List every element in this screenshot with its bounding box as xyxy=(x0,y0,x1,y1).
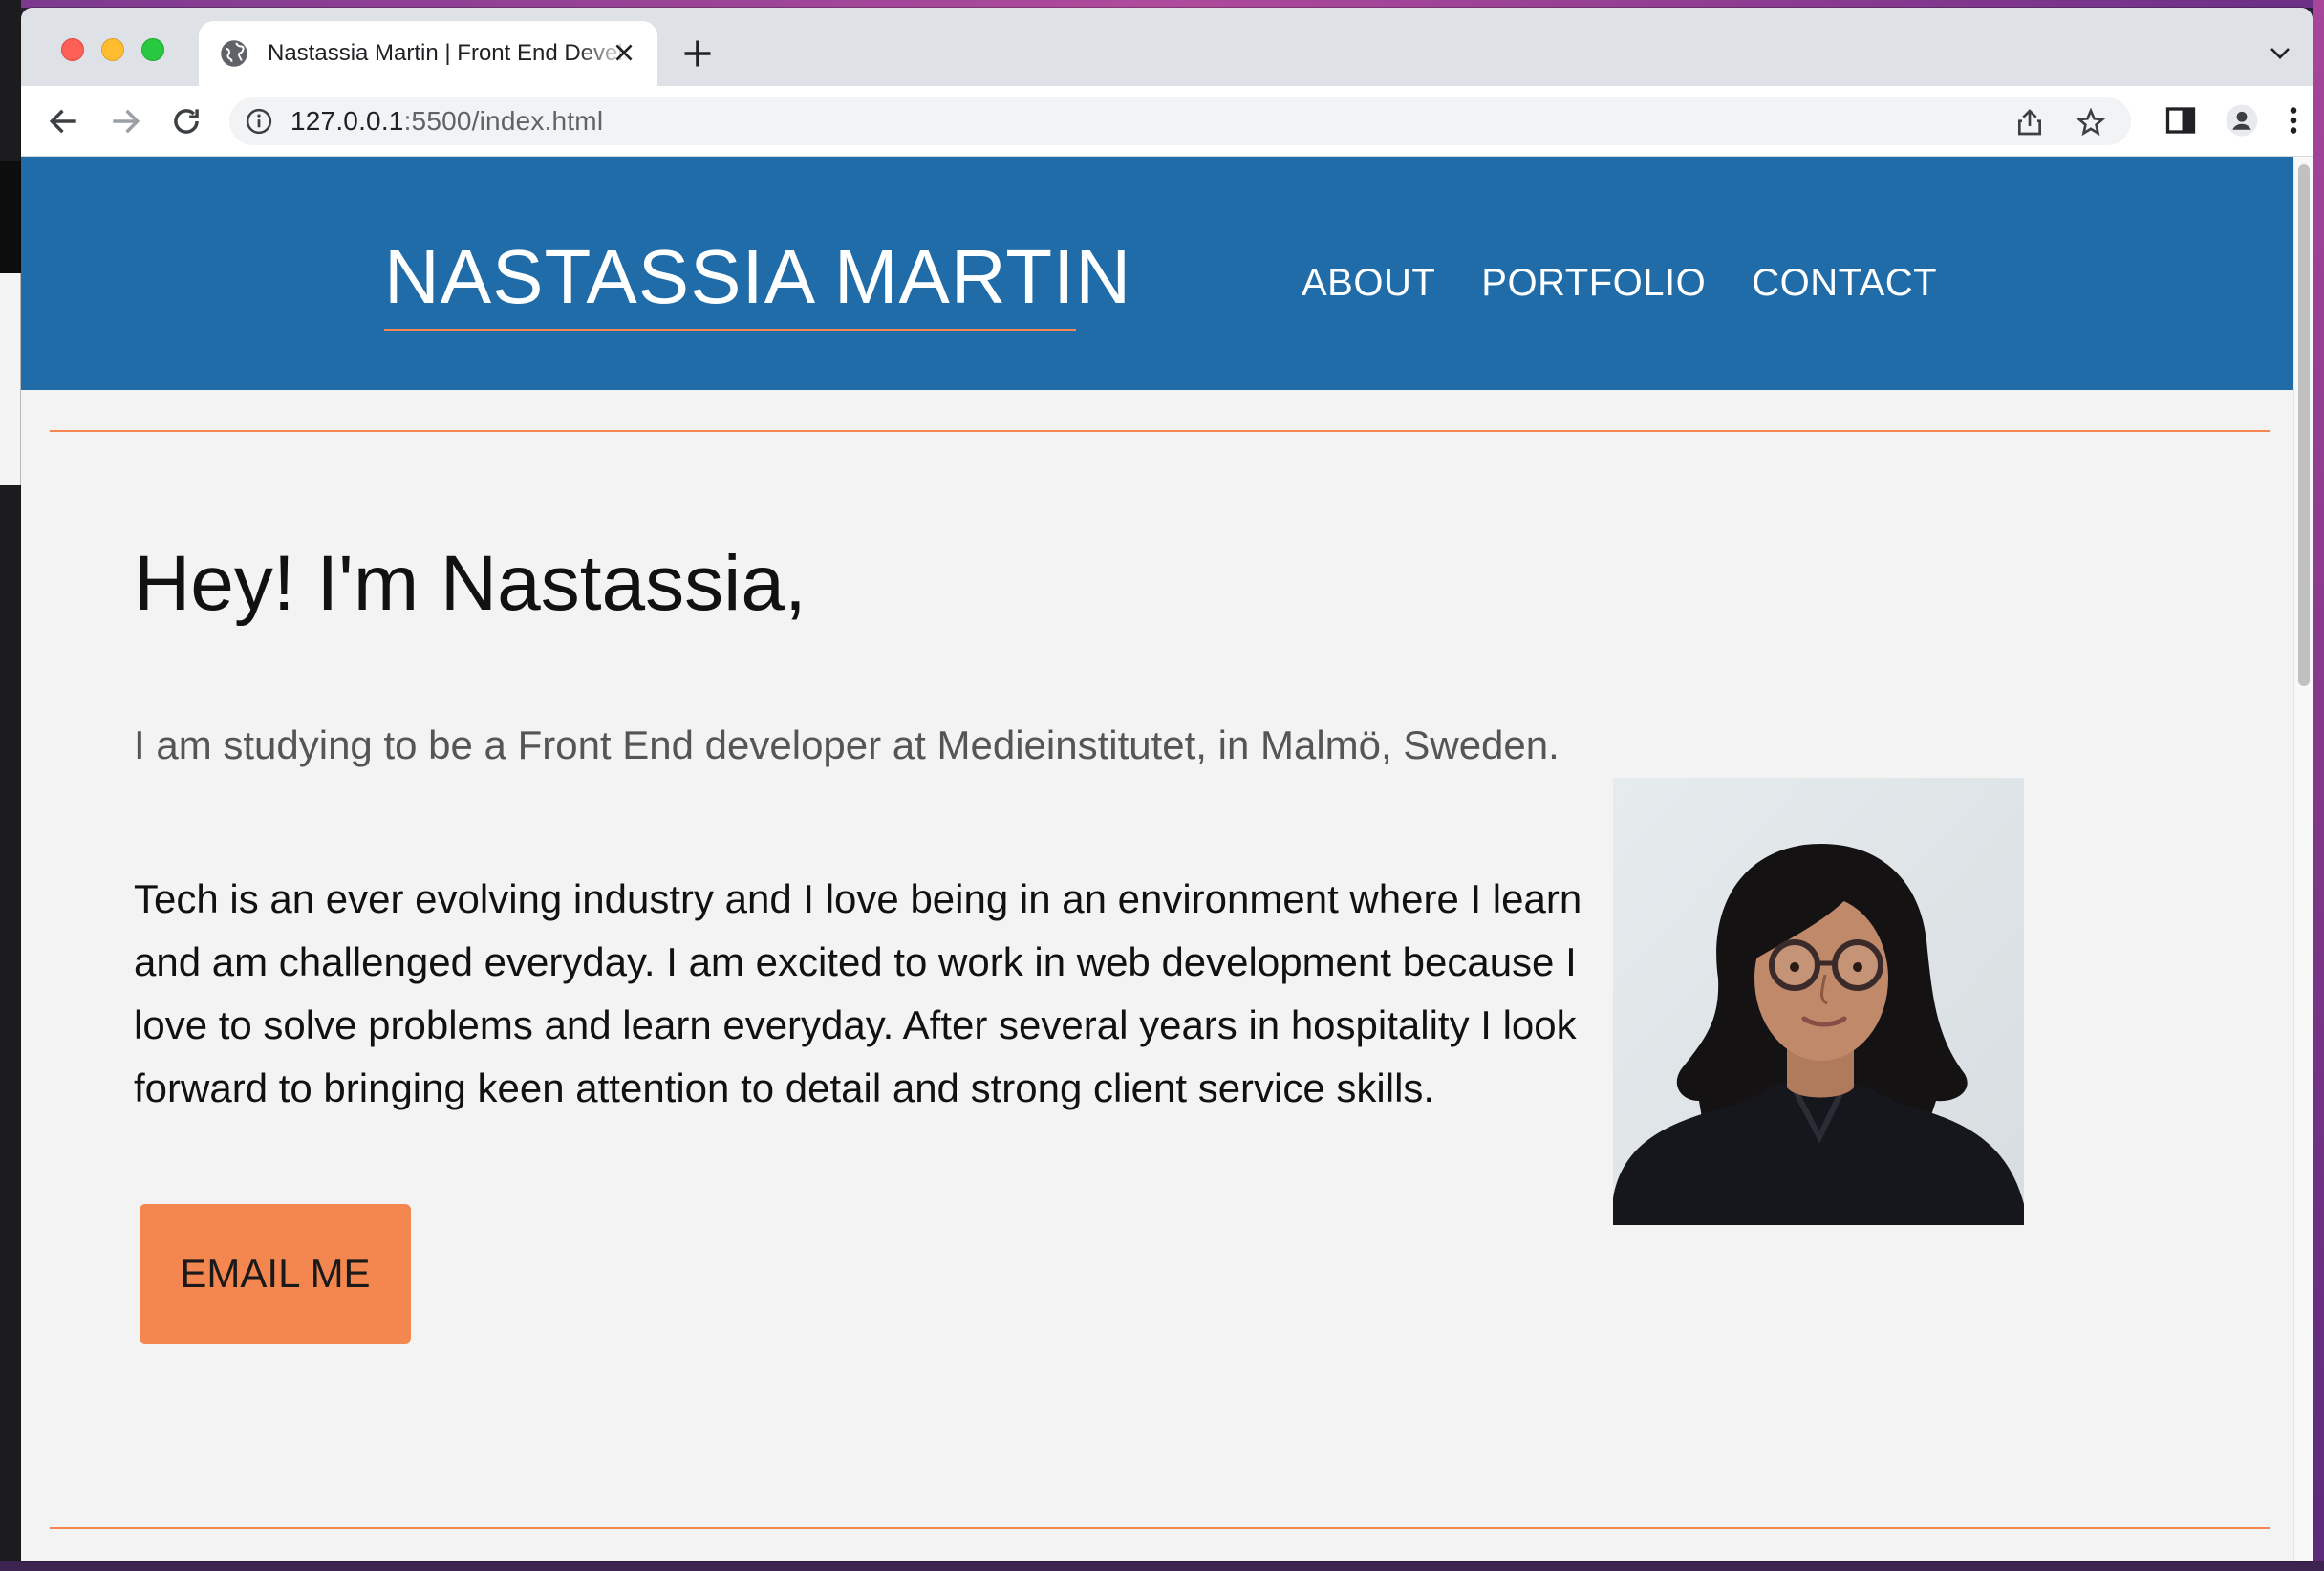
scrollbar-thumb[interactable] xyxy=(2298,164,2310,686)
desktop-wallpaper-right xyxy=(2313,0,2324,1571)
back-arrow-icon[interactable] xyxy=(46,103,82,140)
section-divider-bottom xyxy=(50,1527,2270,1529)
tab-strip: Nastassia Martin | Front End Developer xyxy=(21,8,2313,86)
address-bar[interactable]: 127.0.0.1:5500/index.html xyxy=(229,97,2131,145)
browser-window: Nastassia Martin | Front End Developer 1… xyxy=(21,8,2313,1561)
reload-icon[interactable] xyxy=(168,103,204,140)
new-tab-plus-icon[interactable] xyxy=(680,36,715,71)
desktop-wallpaper-top xyxy=(0,0,2324,8)
main-nav: ABOUT PORTFOLIO CONTACT xyxy=(1302,262,1937,305)
desktop-background-left xyxy=(0,0,21,1571)
page-viewport: NASTASSIA MARTIN ABOUT PORTFOLIO CONTACT… xyxy=(21,157,2293,1561)
browser-menu-kebab-icon[interactable] xyxy=(2284,103,2303,138)
bookmark-star-icon[interactable] xyxy=(2076,107,2106,138)
tab-search-chevron-icon[interactable] xyxy=(2269,46,2292,61)
side-panel-icon[interactable] xyxy=(2163,103,2198,138)
tab-title: Nastassia Martin | Front End Developer xyxy=(268,40,631,66)
minimize-window-button[interactable] xyxy=(101,38,124,61)
browser-toolbar: 127.0.0.1:5500/index.html xyxy=(21,86,2313,157)
browser-tab-active[interactable]: Nastassia Martin | Front End Developer xyxy=(199,21,657,86)
page-scrollbar[interactable] xyxy=(2293,157,2313,1561)
window-controls xyxy=(61,38,164,61)
url-path: :5500/index.html xyxy=(403,106,604,136)
hero-greeting: Hey! I'm Nastassia, xyxy=(134,540,807,627)
globe-icon xyxy=(221,40,247,67)
url-host: 127.0.0.1 xyxy=(290,106,404,136)
desktop-wallpaper-bottom xyxy=(0,1561,2324,1571)
maximize-window-button[interactable] xyxy=(141,38,164,61)
close-tab-icon[interactable] xyxy=(612,40,636,65)
forward-arrow-icon[interactable] xyxy=(107,103,143,140)
site-info-icon[interactable] xyxy=(245,107,273,136)
nav-link-contact[interactable]: CONTACT xyxy=(1752,262,1937,305)
about-bio: Tech is an ever evolving industry and I … xyxy=(134,876,1582,1110)
profile-avatar-icon[interactable] xyxy=(2225,103,2259,138)
share-icon[interactable] xyxy=(2014,107,2045,138)
site-header: NASTASSIA MARTIN ABOUT PORTFOLIO CONTACT xyxy=(21,157,2293,390)
profile-photo xyxy=(1613,778,2024,1225)
hero-subtitle: I am studying to be a Front End develope… xyxy=(134,722,1560,767)
url-text: 127.0.0.1:5500/index.html xyxy=(290,106,603,137)
nav-link-about[interactable]: ABOUT xyxy=(1302,262,1435,305)
site-brand-name[interactable]: NASTASSIA MARTIN xyxy=(384,233,1130,331)
section-divider-top xyxy=(50,430,2270,432)
nav-link-portfolio[interactable]: PORTFOLIO xyxy=(1481,262,1706,305)
close-window-button[interactable] xyxy=(61,38,84,61)
email-me-button[interactable]: EMAIL ME xyxy=(140,1204,411,1344)
